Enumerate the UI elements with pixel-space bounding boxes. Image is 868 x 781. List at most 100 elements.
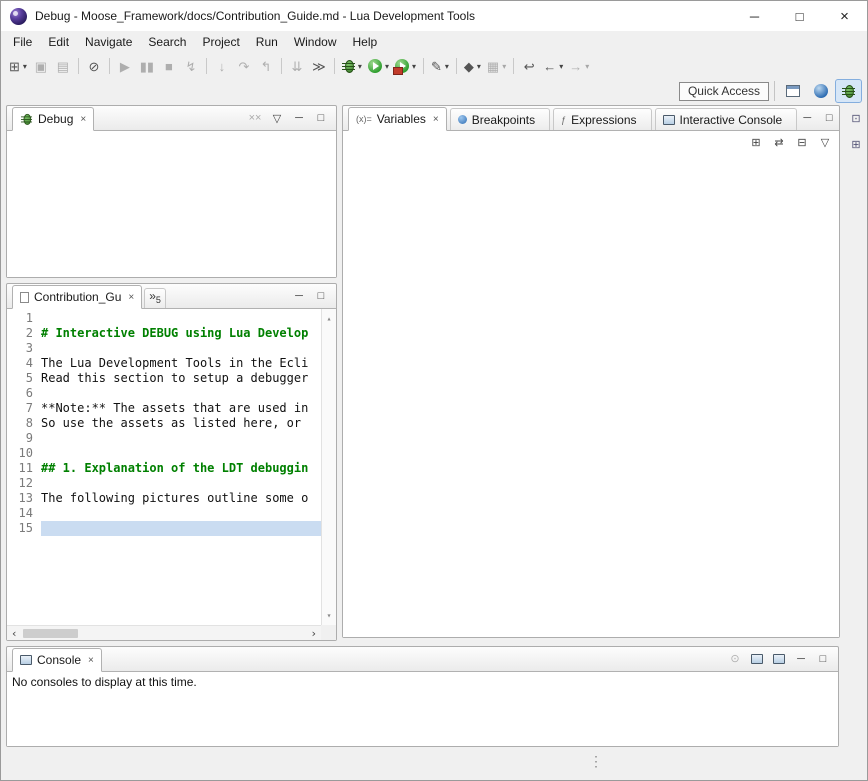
- close-tab-icon[interactable]: ×: [128, 292, 134, 303]
- editor-line: 14: [7, 506, 321, 521]
- tab-debug[interactable]: Debug ×: [12, 107, 94, 131]
- debug-view-tabbar: Debug × ×× ▽ ─ □: [7, 106, 336, 131]
- new-lua-file-button[interactable]: ◆ ▾: [462, 55, 483, 77]
- scrollbar-thumb[interactable]: [23, 629, 78, 638]
- window-title: Debug - Moose_Framework/docs/Contributio…: [35, 9, 724, 23]
- print-button: ▤ ▾: [53, 55, 73, 77]
- outline-view-icon[interactable]: ⊞: [846, 135, 866, 153]
- line-number: 13: [7, 491, 41, 506]
- editor-body: 1 2 # Interactive DEBUG using Lua Develo…: [7, 309, 336, 640]
- variables-view-panel: (x)= Variables × Breakpoints ƒ Expressio…: [342, 105, 840, 638]
- dropdown-arrow-icon: ▾: [23, 62, 27, 71]
- editor-vertical-scrollbar[interactable]: ▴ ▾: [321, 309, 336, 625]
- window-minimize-button[interactable]: ─: [732, 1, 777, 31]
- display-selected-console-icon[interactable]: ▾: [747, 650, 767, 668]
- debug-view-panel: Debug × ×× ▽ ─ □: [6, 105, 337, 278]
- open-perspective-button[interactable]: [780, 80, 805, 102]
- scroll-down-icon[interactable]: ▾: [327, 608, 332, 623]
- close-tab-icon[interactable]: ×: [80, 114, 86, 125]
- minimize-view-icon[interactable]: ─: [791, 650, 811, 668]
- separator: ▾: [206, 58, 207, 74]
- terminate-button: ■ ▾: [159, 55, 179, 77]
- title-bar: Debug - Moose_Framework/docs/Contributio…: [1, 1, 867, 31]
- line-number: 14: [7, 506, 41, 521]
- menu-window[interactable]: Window: [286, 32, 345, 52]
- line-number: 9: [7, 431, 41, 446]
- sash-grip-handle[interactable]: ⋮: [589, 754, 603, 768]
- editor-tabbar: Contribution_Gu × »5 ─ □: [7, 284, 336, 309]
- line-number: 3: [7, 341, 41, 356]
- last-edit-location-button[interactable]: ↩ ▾: [519, 55, 539, 77]
- debug-view-body: [7, 131, 336, 277]
- forward-button: → ▾: [567, 55, 591, 77]
- separator: ▾: [456, 58, 457, 74]
- menu-help[interactable]: Help: [345, 32, 386, 52]
- view-menu-icon[interactable]: ▽: [267, 109, 287, 127]
- new-button[interactable]: ⊞ ▾: [7, 55, 29, 77]
- line-number: 10: [7, 446, 41, 461]
- editor-line: 9: [7, 431, 321, 446]
- run-button[interactable]: ▾: [366, 55, 391, 77]
- menu-project[interactable]: Project: [194, 32, 247, 52]
- console-view-panel: Console × ⊙ ▾ ▾: [6, 646, 839, 747]
- right-trim-bar: ⊡ ⊞: [845, 105, 867, 645]
- save-button: ▣ ▾: [31, 55, 51, 77]
- line-number: 2: [7, 326, 41, 341]
- line-number: 11: [7, 461, 41, 476]
- dropdown-arrow-icon: ▾: [445, 62, 449, 71]
- editor-line: 4 The Lua Development Tools in the Ecli: [7, 356, 321, 371]
- editor-text-area[interactable]: 1 2 # Interactive DEBUG using Lua Develo…: [7, 309, 321, 625]
- console-view-body: No consoles to display at this time.: [7, 672, 838, 746]
- menu-file[interactable]: File: [5, 32, 40, 52]
- close-tab-icon[interactable]: ×: [433, 114, 439, 125]
- dropdown-arrow-icon: ▾: [358, 62, 362, 71]
- use-step-filters-button[interactable]: ≫ ▾: [309, 55, 329, 77]
- scroll-up-icon[interactable]: ▴: [327, 311, 332, 326]
- maximize-view-icon[interactable]: □: [311, 287, 331, 305]
- restore-view-icon[interactable]: ⊡: [846, 109, 866, 127]
- scroll-right-icon[interactable]: ›: [310, 626, 317, 641]
- window-maximize-button[interactable]: □: [777, 1, 822, 31]
- minimize-view-icon[interactable]: ─: [289, 109, 309, 127]
- dropdown-arrow-icon: ▾: [559, 62, 563, 71]
- tab-breakpoints[interactable]: Breakpoints: [450, 108, 550, 130]
- maximize-view-icon[interactable]: □: [813, 650, 833, 668]
- editor-tab-overflow-chevron[interactable]: »5: [144, 288, 166, 308]
- editor-horizontal-scrollbar[interactable]: ‹ ›: [7, 625, 321, 640]
- window-close-button[interactable]: ×: [822, 1, 867, 31]
- separator: ▾: [109, 58, 110, 74]
- menu-navigate[interactable]: Navigate: [77, 32, 140, 52]
- debug-perspective-button[interactable]: [836, 80, 861, 102]
- tab-expressions[interactable]: ƒ Expressions: [553, 108, 651, 130]
- debug-button[interactable]: ▾: [340, 55, 364, 77]
- maximize-view-icon[interactable]: □: [311, 109, 331, 127]
- scroll-left-icon[interactable]: ‹: [11, 626, 18, 641]
- external-tools-button[interactable]: ▾: [393, 55, 418, 77]
- skip-all-breakpoints-button[interactable]: ⊘ ▾: [84, 55, 104, 77]
- line-number: 8: [7, 416, 41, 431]
- back-button[interactable]: ← ▾: [541, 55, 565, 77]
- close-tab-icon[interactable]: ×: [88, 655, 94, 666]
- menu-search[interactable]: Search: [140, 32, 194, 52]
- dropdown-arrow-icon: ▾: [502, 62, 506, 71]
- search-button[interactable]: ✎ ▾: [429, 55, 451, 77]
- tab-contribution-guide[interactable]: Contribution_Gu ×: [12, 285, 142, 309]
- tab-variables[interactable]: (x)= Variables ×: [348, 107, 447, 131]
- collapse-all-icon[interactable]: ⊟: [792, 133, 812, 151]
- editor-line: 5 Read this section to setup a debugger: [7, 371, 321, 386]
- menu-edit[interactable]: Edit: [40, 32, 77, 52]
- open-console-dropdown[interactable]: ▾: [769, 650, 789, 668]
- minimize-view-icon[interactable]: ─: [289, 287, 309, 305]
- view-menu-icon[interactable]: ▽: [815, 133, 835, 151]
- minimize-view-icon[interactable]: ─: [797, 109, 817, 127]
- show-type-names-icon[interactable]: ⊞: [746, 133, 766, 151]
- maximize-view-icon[interactable]: □: [819, 109, 839, 127]
- tab-console[interactable]: Console ×: [12, 648, 102, 672]
- show-logical-structures-icon[interactable]: ⇄: [769, 133, 789, 151]
- ldt-perspective-button[interactable]: [808, 80, 833, 102]
- menu-run[interactable]: Run: [248, 32, 286, 52]
- tab-interactive-console[interactable]: Interactive Console: [655, 108, 798, 130]
- editor-line: 15: [7, 521, 321, 536]
- editor-line: 7 **Note:** The assets that are used in: [7, 401, 321, 416]
- quick-access-input[interactable]: Quick Access: [679, 82, 769, 101]
